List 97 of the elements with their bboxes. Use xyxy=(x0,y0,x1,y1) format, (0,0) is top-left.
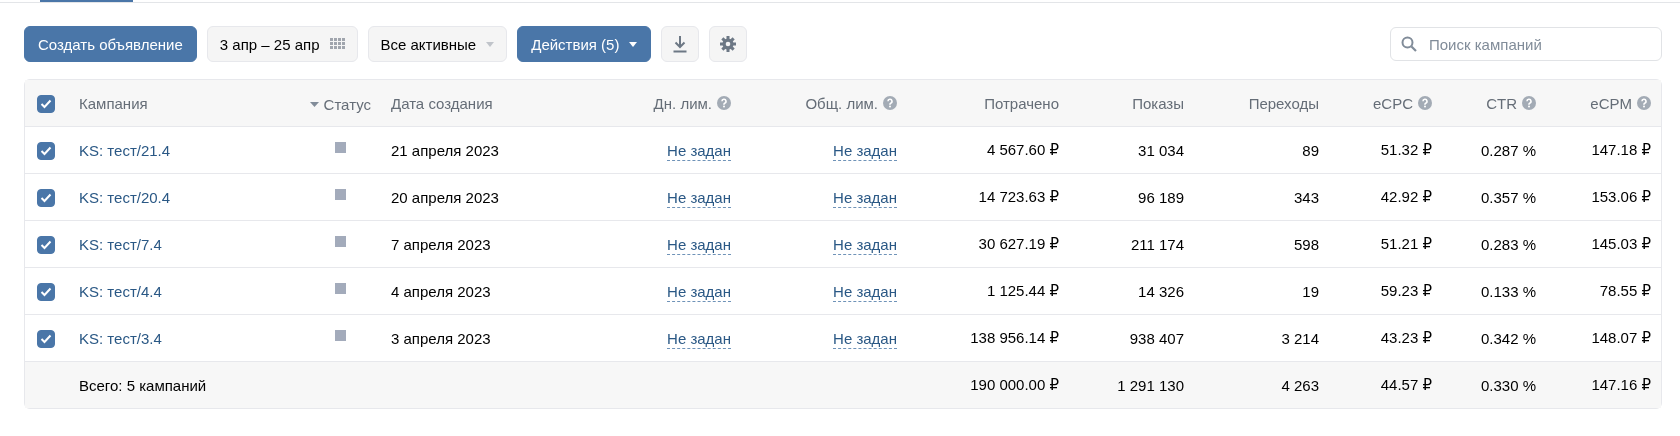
total-limit-link[interactable]: Не задан xyxy=(833,141,897,161)
column-header[interactable]: Общ. лим. xyxy=(805,94,878,112)
ecpc-cell: 42.92 ₽ xyxy=(1380,188,1432,205)
check-icon xyxy=(40,239,52,250)
download-button[interactable] xyxy=(661,26,700,62)
ctr-cell: 0.342 % xyxy=(1480,329,1536,347)
clicks-cell: 3 214 xyxy=(1281,329,1319,347)
ecpm-cell: 147.16 ₽ xyxy=(1591,376,1651,393)
impressions-cell: 211 174 xyxy=(1130,235,1184,253)
column-header[interactable]: CTR xyxy=(1486,94,1517,112)
caret-icon xyxy=(629,41,638,47)
date-cell: 20 апреля 2023 xyxy=(391,188,499,206)
check-icon xyxy=(40,98,52,109)
date-range-button[interactable]: 3 апр – 25 апр xyxy=(206,26,358,62)
column-header[interactable]: Потрачено xyxy=(984,94,1059,112)
ctr-cell: 0.133 % xyxy=(1480,282,1536,300)
row-checkbox[interactable] xyxy=(37,329,55,348)
impressions-cell: 31 034 xyxy=(1138,141,1184,159)
clicks-cell: 19 xyxy=(1302,282,1319,300)
help-icon[interactable] xyxy=(1522,96,1536,110)
ecpc-cell: 51.21 ₽ xyxy=(1380,235,1432,252)
ctr-cell: 0.357 % xyxy=(1480,188,1536,206)
clicks-cell: 343 xyxy=(1293,188,1319,206)
spent-cell: 4 567.60 ₽ xyxy=(986,141,1059,158)
calendar-icon xyxy=(329,38,345,50)
check-icon xyxy=(40,333,52,344)
clicks-cell: 598 xyxy=(1293,235,1319,253)
clicks-cell: 89 xyxy=(1302,141,1319,159)
daily-limit-link[interactable]: Не задан xyxy=(667,141,731,161)
spent-cell: 138 956.14 ₽ xyxy=(970,329,1059,346)
date-cell: 3 апреля 2023 xyxy=(391,329,491,347)
column-header[interactable]: eCPC xyxy=(1373,94,1413,112)
daily-limit-link[interactable]: Не задан xyxy=(667,188,731,208)
help-icon[interactable] xyxy=(717,96,731,110)
column-header[interactable]: Дата создания xyxy=(391,94,493,112)
campaign-link[interactable]: KS: тест/21.4 xyxy=(79,141,171,159)
column-header[interactable]: eCPM xyxy=(1590,94,1632,112)
create-ad-button[interactable]: Создать объявление xyxy=(24,26,197,62)
impressions-cell: 938 407 xyxy=(1129,329,1184,347)
total-limit-link[interactable]: Не задан xyxy=(833,282,897,302)
date-cell: 21 апреля 2023 xyxy=(391,141,499,159)
sort-arrow-icon[interactable] xyxy=(309,102,319,107)
help-icon[interactable] xyxy=(883,96,897,110)
spent-cell: 190 000.00 ₽ xyxy=(970,376,1059,393)
check-icon xyxy=(40,286,52,297)
ecpc-cell: 43.23 ₽ xyxy=(1380,329,1432,346)
select-all-checkbox[interactable] xyxy=(37,94,55,113)
download-icon xyxy=(672,35,689,53)
ecpc-cell: 44.57 ₽ xyxy=(1380,376,1432,393)
settings-button[interactable] xyxy=(709,26,748,62)
column-header[interactable]: Дн. лим. xyxy=(653,94,712,112)
row-checkbox[interactable] xyxy=(37,282,55,301)
total-label: Всего: 5 кампаний xyxy=(79,376,207,394)
daily-limit-link[interactable]: Не задан xyxy=(667,329,731,349)
ecpc-cell: 59.23 ₽ xyxy=(1380,282,1432,299)
daily-limit-link[interactable]: Не задан xyxy=(667,282,731,302)
spent-cell: 30 627.19 ₽ xyxy=(978,235,1059,252)
ecpm-cell: 148.07 ₽ xyxy=(1591,329,1651,346)
campaign-link[interactable]: KS: тест/7.4 xyxy=(79,235,162,253)
campaign-link[interactable]: KS: тест/3.4 xyxy=(79,329,162,347)
campaign-link[interactable]: KS: тест/20.4 xyxy=(79,188,171,206)
date-cell: 4 апреля 2023 xyxy=(391,282,491,300)
ecpm-cell: 153.06 ₽ xyxy=(1591,188,1651,205)
total-limit-link[interactable]: Не задан xyxy=(833,188,897,208)
ctr-cell: 0.330 % xyxy=(1480,376,1536,394)
column-header[interactable]: Кампания xyxy=(79,94,148,112)
clicks-cell: 4 263 xyxy=(1281,376,1319,394)
impressions-cell: 96 189 xyxy=(1138,188,1184,206)
ctr-cell: 0.287 % xyxy=(1480,141,1536,159)
row-checkbox[interactable] xyxy=(37,235,55,254)
ecpm-cell: 78.55 ₽ xyxy=(1599,282,1651,299)
ecpm-cell: 147.18 ₽ xyxy=(1591,141,1651,158)
column-header[interactable]: Показы xyxy=(1132,94,1184,112)
actions-dropdown[interactable]: Действия (5) xyxy=(517,26,652,62)
settings-icon xyxy=(719,35,738,53)
check-icon xyxy=(40,145,52,156)
date-cell: 7 апреля 2023 xyxy=(391,235,491,253)
total-limit-link[interactable]: Не задан xyxy=(833,235,897,255)
filter-dropdown[interactable]: Все активные xyxy=(367,26,508,62)
impressions-cell: 1 291 130 xyxy=(1117,376,1184,394)
ctr-cell: 0.283 % xyxy=(1480,235,1536,253)
impressions-cell: 14 326 xyxy=(1138,282,1184,300)
spent-cell: 1 125.44 ₽ xyxy=(986,282,1059,299)
row-checkbox[interactable] xyxy=(37,188,55,207)
ecpc-cell: 51.32 ₽ xyxy=(1380,141,1432,158)
ecpm-cell: 145.03 ₽ xyxy=(1591,235,1651,252)
row-checkbox[interactable] xyxy=(37,141,55,160)
help-icon[interactable] xyxy=(1637,96,1651,110)
campaign-link[interactable]: KS: тест/4.4 xyxy=(79,282,162,300)
total-limit-link[interactable]: Не задан xyxy=(833,329,897,349)
check-icon xyxy=(40,192,52,203)
help-icon[interactable] xyxy=(1418,96,1432,110)
search-field[interactable]: Поиск кампаний xyxy=(1390,27,1662,61)
caret-icon xyxy=(486,41,495,47)
daily-limit-link[interactable]: Не задан xyxy=(667,235,731,255)
search-icon xyxy=(1401,36,1417,52)
spent-cell: 14 723.63 ₽ xyxy=(978,188,1059,205)
